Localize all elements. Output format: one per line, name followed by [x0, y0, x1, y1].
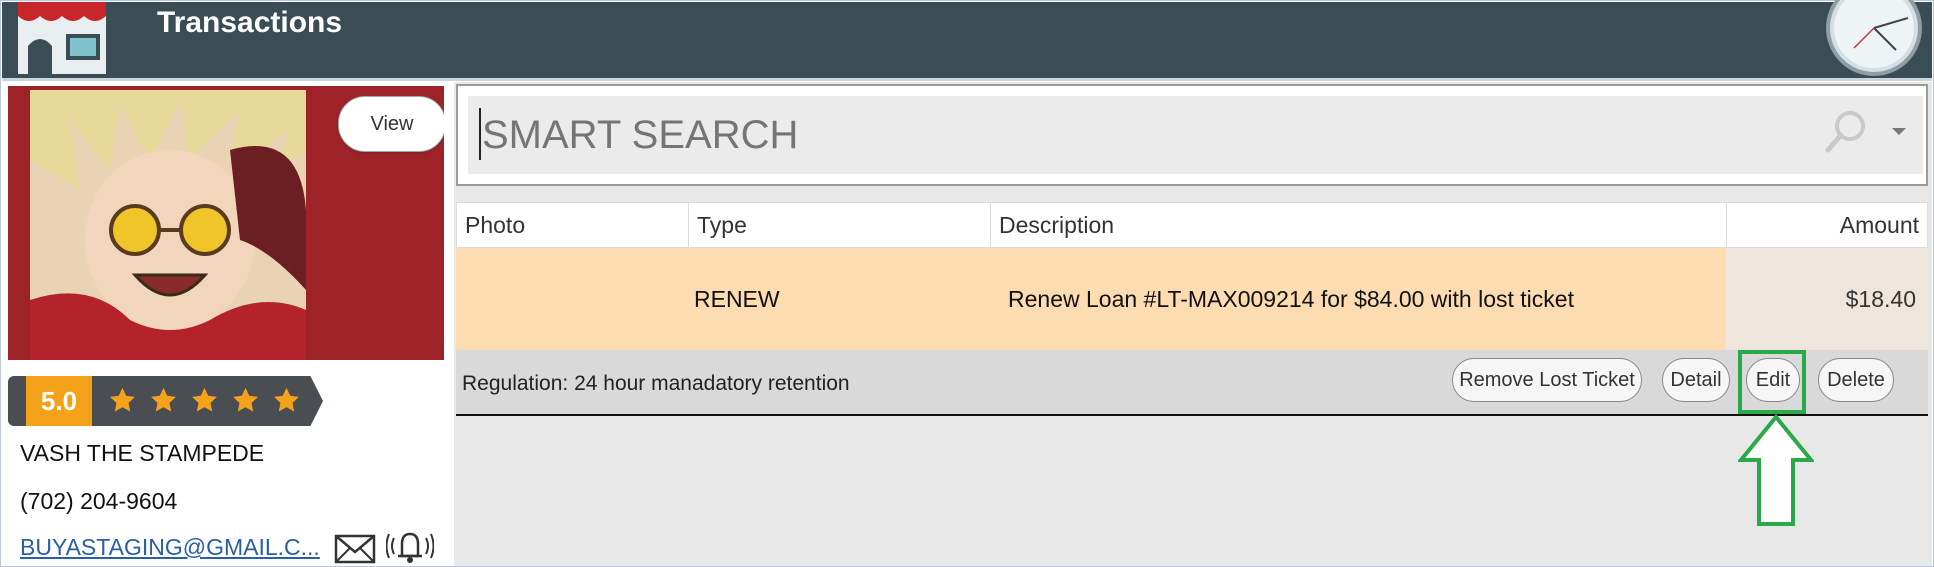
table-header: Photo Type Description Amount	[456, 202, 1928, 248]
regulation-note: Regulation: 24 hour manadatory retention	[462, 372, 850, 395]
transactions-panel: Photo Type Description Amount RENEW Rene…	[454, 82, 1932, 566]
detail-button[interactable]: Detail	[1662, 358, 1730, 402]
arrow-up-icon	[1738, 414, 1814, 526]
column-header-amount[interactable]: Amount	[1727, 203, 1929, 247]
text-caret	[479, 108, 481, 160]
star-icon	[110, 387, 135, 412]
header-bar: Transactions	[2, 0, 1932, 81]
cell-amount: $18.40	[1726, 248, 1928, 350]
column-header-type[interactable]: Type	[689, 203, 991, 247]
star-icon	[274, 387, 299, 412]
star-icon	[151, 387, 176, 412]
customer-photo-frame: View	[8, 86, 444, 360]
cell-description: Renew Loan #LT-MAX009214 for $84.00 with…	[1008, 286, 1574, 312]
page-title: Transactions	[157, 6, 343, 39]
cell-photo	[456, 248, 688, 350]
store-icon	[18, 2, 106, 74]
star-icon	[192, 387, 217, 412]
bell-icon[interactable]	[386, 526, 434, 566]
search-bar	[456, 84, 1928, 186]
rating-badge: 5.0	[8, 376, 323, 426]
mail-icon[interactable]	[334, 533, 376, 565]
customer-email-link[interactable]: BUYASTAGING@GMAIL.C...	[20, 534, 320, 561]
chevron-down-icon[interactable]	[1888, 120, 1910, 142]
transactions-table: Photo Type Description Amount RENEW Rene…	[456, 202, 1928, 416]
rating-score: 5.0	[26, 376, 92, 426]
smart-search-input[interactable]	[468, 96, 1568, 174]
cell-type: RENEW	[694, 286, 780, 312]
delete-button[interactable]: Delete	[1818, 358, 1894, 402]
customer-photo	[30, 90, 306, 360]
customer-panel: View 5.0 VASH THE STAMPEDE (702) 204-960…	[2, 82, 448, 566]
view-photo-button[interactable]: View	[338, 96, 444, 152]
edit-highlight-box	[1738, 350, 1806, 414]
customer-name: VASH THE STAMPEDE	[20, 440, 265, 466]
rating-stars	[108, 386, 301, 416]
clock-icon	[1826, 0, 1922, 76]
search-icon[interactable]	[1822, 108, 1870, 156]
table-row[interactable]: RENEW Renew Loan #LT-MAX009214 for $84.0…	[456, 248, 1928, 350]
customer-phone: (702) 204-9604	[20, 488, 178, 514]
star-icon	[233, 387, 258, 412]
remove-lost-ticket-button[interactable]: Remove Lost Ticket	[1452, 358, 1642, 402]
column-header-photo[interactable]: Photo	[457, 203, 689, 247]
row-actions-bar: Regulation: 24 hour manadatory retention…	[456, 350, 1928, 416]
column-header-description[interactable]: Description	[991, 203, 1727, 247]
